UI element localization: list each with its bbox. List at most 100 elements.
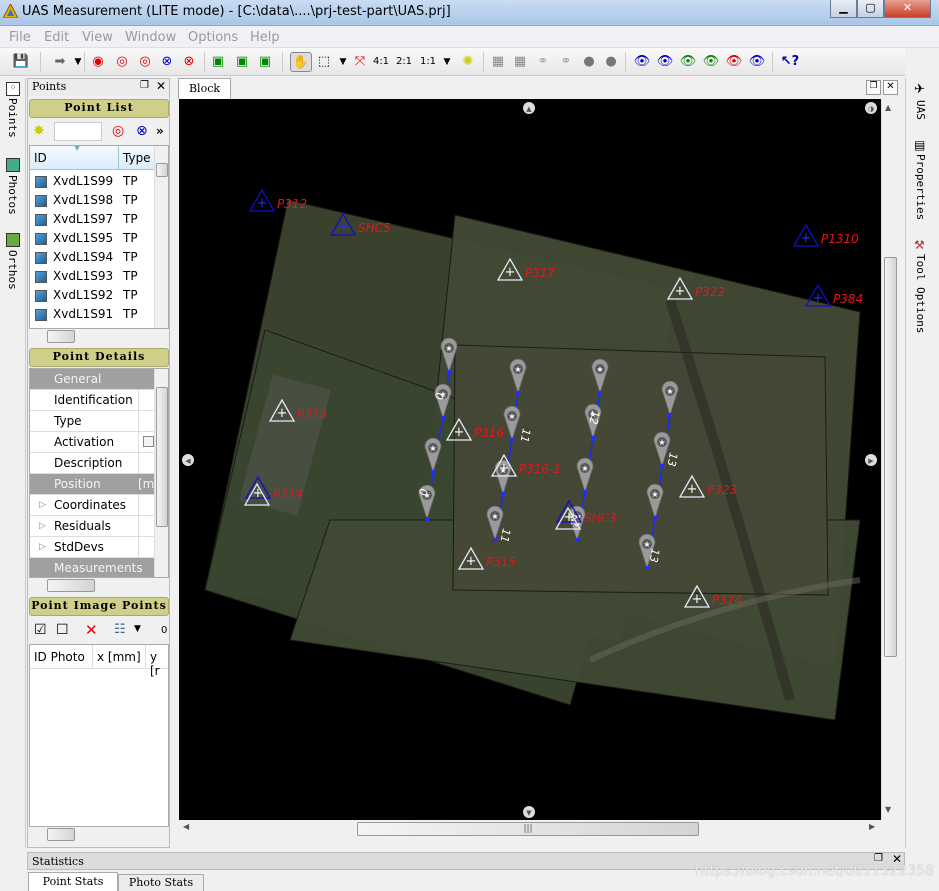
zoom-extent-icon[interactable]: ⤧ <box>350 52 370 72</box>
detail-row[interactable]: Measurements <box>30 558 154 577</box>
menu-help[interactable]: Help <box>250 30 280 45</box>
point-list-row[interactable]: XvdL1S99 TP <box>30 172 154 191</box>
restore-view-icon[interactable]: ❐ <box>866 80 881 95</box>
activation-checkbox[interactable] <box>143 436 154 447</box>
point-list-row[interactable]: XvdL1S91 TP <box>30 305 154 324</box>
scroll-thumb[interactable] <box>156 163 168 177</box>
canvas-vscrollbar[interactable]: ▲ ▼ <box>881 99 898 820</box>
detail-row[interactable]: Description <box>30 453 154 474</box>
dropdown-arrow-icon[interactable]: ▼ <box>437 52 457 72</box>
remove-point-icon[interactable]: ⊗ <box>179 52 199 72</box>
columns-list-icon[interactable]: ☷ <box>114 622 126 637</box>
column-id[interactable]: ID <box>34 151 47 165</box>
tab-uas[interactable]: UAS <box>914 100 927 120</box>
scroll-thumb[interactable] <box>884 257 897 657</box>
menu-file[interactable]: File <box>9 30 31 45</box>
tab-points[interactable]: Points <box>6 98 19 138</box>
block-canvas[interactable]: ★ ★ ★ ★ 0 0 ★ ★ ★ ★ 11 11 ★ ★ ★ ★ 12 12 ★ ★ ★ ★ 13 13 + P312 + SHC5… <box>179 99 881 820</box>
tab-orthos[interactable]: Orthos <box>6 250 19 290</box>
point-search-input[interactable] <box>54 122 102 141</box>
uncheck-all-icon[interactable]: ☐ <box>56 622 69 638</box>
delete-x-icon[interactable]: ✕ <box>85 621 98 639</box>
column-y[interactable]: y [r <box>145 645 168 678</box>
close-button[interactable]: ✕ <box>884 0 931 18</box>
view-3d-eye-icon[interactable]: 👁 <box>747 52 767 72</box>
tab-point-stats[interactable]: Point Stats <box>28 872 118 891</box>
scroll-right-icon[interactable]: ▶ <box>869 822 875 831</box>
context-help-icon[interactable]: ↖? <box>780 52 800 72</box>
detail-row[interactable]: ▷ Residuals <box>30 516 154 537</box>
detail-row[interactable]: ▷ Coordinates <box>30 495 154 516</box>
more-tools-button[interactable]: » <box>156 124 164 138</box>
scroll-thumb[interactable] <box>47 579 95 592</box>
pan-arrow-icon[interactable]: ▲ <box>523 102 535 114</box>
scroll-thumb[interactable] <box>47 828 75 841</box>
detail-row[interactable]: Activation <box>30 432 154 453</box>
list-hscrollbar[interactable] <box>29 329 169 345</box>
scroll-thumb[interactable] <box>156 387 168 527</box>
menu-view[interactable]: View <box>82 30 113 45</box>
expand-arrow-icon[interactable]: ▷ <box>39 537 46 558</box>
locate-point-icon[interactable]: ◎ <box>112 123 124 139</box>
scroll-up-icon[interactable]: ▲ <box>885 103 891 112</box>
canvas-hscrollbar[interactable]: ◀ ||| ▶ <box>179 820 881 838</box>
detail-row[interactable]: Type <box>30 411 154 432</box>
detail-row[interactable]: ▷ StdDevs <box>30 537 154 558</box>
column-id-photo[interactable]: ID Photo <box>34 650 85 664</box>
point-list-row[interactable]: XvdL1S94 TP <box>30 248 154 267</box>
details-hscrollbar[interactable] <box>29 578 169 594</box>
globe-forward-icon[interactable]: ● <box>601 52 621 72</box>
point-list-row[interactable]: XvdL1S93 TP <box>30 267 154 286</box>
tab-block[interactable]: Block <box>178 78 231 99</box>
tab-properties[interactable]: Properties <box>914 154 927 220</box>
detail-row[interactable]: General <box>30 369 154 390</box>
pan-arrow-icon[interactable]: ▼ <box>523 806 535 818</box>
pan-arrow-icon[interactable]: ◀ <box>182 454 194 466</box>
details-vscrollbar[interactable] <box>154 369 168 577</box>
zoom-2-1-button[interactable]: 2:1 <box>395 52 413 72</box>
delete-photo-icon[interactable]: ▣ <box>232 52 252 72</box>
point-list-row[interactable]: XvdL1S97 TP <box>30 210 154 229</box>
save-icon[interactable]: 💾 <box>11 52 31 72</box>
measure-point-icon[interactable]: ◎ <box>112 52 132 72</box>
edit-point-icon[interactable]: ◎ <box>135 52 155 72</box>
tab-tool-options[interactable]: Tool Options <box>914 254 927 333</box>
column-type[interactable]: Type <box>118 146 155 170</box>
ground-point-p1310[interactable]: + P1310 <box>792 223 859 247</box>
new-point-icon[interactable]: ✸ <box>33 123 45 139</box>
zoom-1-1-button[interactable]: 1:1 <box>419 52 437 72</box>
detail-row[interactable]: Position [m <box>30 474 154 495</box>
column-x[interactable]: x [mm] <box>92 645 145 669</box>
menu-window[interactable]: Window <box>125 30 176 45</box>
pan-arrow-icon[interactable]: ◑ <box>865 102 877 114</box>
export-grid-icon[interactable]: ▦ <box>510 52 530 72</box>
view-photos-eye-icon[interactable]: 👁 <box>632 52 652 72</box>
view-anaglyph-eye-icon[interactable]: 👁 <box>724 52 744 72</box>
scroll-thumb[interactable] <box>47 330 75 343</box>
pan-arrow-icon[interactable]: ▶ <box>865 454 877 466</box>
view-stereo-eye-icon[interactable]: 👁 <box>701 52 721 72</box>
close-panel-icon[interactable]: ✕ <box>156 79 166 93</box>
close-view-icon[interactable]: ✕ <box>883 80 898 95</box>
tab-photo-stats[interactable]: Photo Stats <box>118 874 204 891</box>
tab-photos[interactable]: Photos <box>6 175 19 215</box>
import-icon[interactable]: ▦ <box>488 52 508 72</box>
scroll-thumb[interactable]: ||| <box>357 822 699 836</box>
menu-edit[interactable]: Edit <box>44 30 69 45</box>
zoom-window-icon[interactable]: ⬚ <box>314 52 334 72</box>
block-map[interactable]: ★★★★00★★★★1111★★★★1212★★★★1313+ P312+ SHC5… <box>179 99 881 820</box>
select-photo-icon[interactable]: ▣ <box>208 52 228 72</box>
check-all-icon[interactable]: ☑ <box>34 622 47 638</box>
add-point-icon[interactable]: ◉ <box>88 52 108 72</box>
delete-point-icon[interactable]: ⊗ <box>136 123 148 139</box>
expand-arrow-icon[interactable]: ▷ <box>39 516 46 537</box>
link-icon[interactable]: ⚭ <box>533 52 553 72</box>
scroll-down-icon[interactable]: ▼ <box>885 805 891 814</box>
brightness-icon[interactable]: ✺ <box>458 52 478 72</box>
view-strips-eye-icon[interactable]: 👁 <box>655 52 675 72</box>
list-vscrollbar[interactable] <box>154 146 168 328</box>
ground-point-p384[interactable]: + P384 <box>804 283 863 307</box>
maximize-button[interactable]: ▢ <box>857 0 884 18</box>
dropdown-arrow-icon[interactable]: ▼ <box>134 624 141 634</box>
delete-point-icon[interactable]: ⊗ <box>157 52 177 72</box>
